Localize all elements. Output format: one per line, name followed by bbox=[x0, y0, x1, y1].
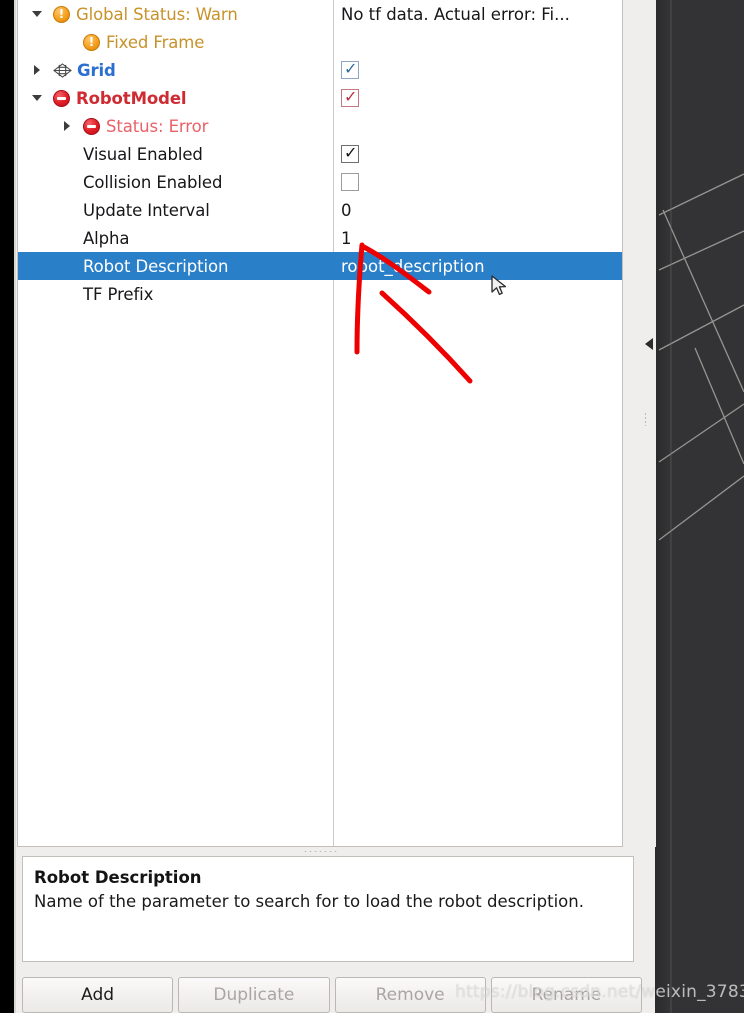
displays-property-tree[interactable]: Global Status: Warn No tf data. Actual er… bbox=[17, 0, 623, 847]
tree-row[interactable]: Update Interval 0 bbox=[18, 196, 622, 224]
3d-viewport[interactable] bbox=[655, 0, 744, 1013]
error-circle-icon bbox=[53, 89, 70, 107]
add-button[interactable]: Add bbox=[22, 977, 174, 1013]
tree-row-value-cell[interactable]: ✓ bbox=[334, 140, 622, 168]
rviz-displays-panel-screenshot: Global Status: Warn No tf data. Actual er… bbox=[0, 0, 744, 1013]
row-checkbox[interactable]: ✓ bbox=[341, 87, 359, 107]
tree-row-label: Visual Enabled bbox=[83, 144, 203, 164]
tree-row-value-cell[interactable]: 0 bbox=[334, 196, 622, 224]
row-checkbox[interactable]: ✓ bbox=[341, 59, 359, 79]
tree-row[interactable]: Robot Description robot_description bbox=[18, 252, 622, 280]
tree-row-name-cell[interactable]: Collision Enabled bbox=[18, 168, 333, 196]
viewport-grid-lines bbox=[658, 0, 744, 1013]
tree-row-label: Grid bbox=[77, 60, 116, 80]
grid-icon bbox=[53, 62, 72, 78]
tree-row-value: 0 bbox=[341, 200, 352, 220]
row-checkbox[interactable] bbox=[341, 173, 359, 191]
checkmark-icon: ✓ bbox=[344, 59, 358, 78]
checkmark-icon: ✓ bbox=[344, 87, 358, 106]
tree-row-value-cell[interactable] bbox=[334, 28, 622, 56]
row-checkbox[interactable]: ✓ bbox=[341, 143, 359, 163]
expander-spacer bbox=[60, 280, 74, 308]
checkmark-icon: ✓ bbox=[344, 143, 358, 162]
tree-row-label: RobotModel bbox=[76, 88, 187, 108]
tree-row-value-cell[interactable] bbox=[334, 168, 622, 196]
tree-row-value: robot_description bbox=[341, 256, 485, 276]
expander-spacer bbox=[60, 196, 74, 224]
description-body: Name of the parameter to search for to l… bbox=[34, 892, 584, 911]
tree-row-label: Alpha bbox=[83, 228, 130, 248]
property-description-box: Robot Description Name of the parameter … bbox=[22, 856, 634, 962]
triangle-left-icon[interactable] bbox=[645, 337, 653, 350]
tree-row[interactable]: Visual Enabled ✓ bbox=[18, 140, 622, 168]
tree-row[interactable]: Alpha 1 bbox=[18, 224, 622, 252]
tree-row-value-cell[interactable] bbox=[334, 112, 622, 140]
tree-row-value-cell[interactable]: ✓ bbox=[334, 56, 622, 84]
watermark-text: https://blog.csdn.net/weixin_37834269 bbox=[455, 982, 744, 1002]
handle-grip-dots bbox=[644, 412, 647, 426]
tree-row-container: Global Status: Warn No tf data. Actual er… bbox=[18, 0, 622, 308]
tree-row-name-cell[interactable]: Robot Description bbox=[18, 252, 333, 280]
splitter-grip-dots bbox=[303, 850, 337, 853]
tree-row-label: Fixed Frame bbox=[106, 32, 205, 52]
tree-row-label: Update Interval bbox=[83, 200, 210, 220]
tree-row-label: Robot Description bbox=[83, 256, 229, 276]
chevron-down-icon[interactable] bbox=[30, 84, 44, 112]
tree-row-label: Collision Enabled bbox=[83, 172, 223, 192]
chevron-right-icon[interactable] bbox=[60, 112, 74, 140]
tree-row-name-cell[interactable]: Global Status: Warn bbox=[18, 0, 333, 28]
tree-row[interactable]: Status: Error bbox=[18, 112, 622, 140]
chevron-down-icon[interactable] bbox=[30, 0, 44, 28]
expander-spacer bbox=[60, 140, 74, 168]
chevron-right-icon[interactable] bbox=[30, 56, 44, 84]
tree-row[interactable]: TF Prefix bbox=[18, 280, 622, 308]
expander-spacer bbox=[60, 252, 74, 280]
tree-row-name-cell[interactable]: Alpha bbox=[18, 224, 333, 252]
tree-row-label: Global Status: Warn bbox=[76, 4, 238, 24]
panel-collapse-handle[interactable] bbox=[642, 0, 656, 847]
tree-row-name-cell[interactable]: Fixed Frame bbox=[18, 28, 333, 56]
tree-row-value: 1 bbox=[341, 228, 352, 248]
duplicate-button: Duplicate bbox=[178, 977, 330, 1013]
tree-row[interactable]: Fixed Frame bbox=[18, 28, 622, 56]
tree-row-name-cell[interactable]: RobotModel bbox=[18, 84, 333, 112]
warning-circle-icon bbox=[53, 5, 70, 23]
tree-row-name-cell[interactable]: Status: Error bbox=[18, 112, 333, 140]
warning-circle-icon bbox=[83, 33, 100, 51]
expander-spacer bbox=[60, 28, 74, 56]
tree-row-label: Status: Error bbox=[106, 116, 209, 136]
expander-spacer bbox=[60, 168, 74, 196]
displays-panel: Global Status: Warn No tf data. Actual er… bbox=[14, 0, 656, 1013]
tree-row-label: TF Prefix bbox=[83, 284, 154, 304]
tree-row-name-cell[interactable]: TF Prefix bbox=[18, 280, 333, 308]
tree-row-value-cell[interactable]: robot_description bbox=[334, 252, 622, 280]
tree-row-name-cell[interactable]: Grid bbox=[18, 56, 333, 84]
tree-row-value-cell[interactable]: ✓ bbox=[334, 84, 622, 112]
tree-row[interactable]: Grid ✓ bbox=[18, 56, 622, 84]
description-title: Robot Description bbox=[34, 868, 202, 887]
tree-row[interactable]: RobotModel ✓ bbox=[18, 84, 622, 112]
tree-row-name-cell[interactable]: Visual Enabled bbox=[18, 140, 333, 168]
tree-row-value-cell[interactable]: No tf data. Actual error: Fi... bbox=[334, 0, 622, 28]
tree-row[interactable]: Collision Enabled bbox=[18, 168, 622, 196]
panel-splitter[interactable] bbox=[17, 847, 623, 856]
tree-row[interactable]: Global Status: Warn No tf data. Actual er… bbox=[18, 0, 622, 28]
tree-row-value: No tf data. Actual error: Fi... bbox=[341, 4, 570, 24]
tree-row-name-cell[interactable]: Update Interval bbox=[18, 196, 333, 224]
expander-spacer bbox=[60, 224, 74, 252]
error-circle-icon bbox=[83, 117, 100, 135]
panel-left-edge bbox=[14, 0, 16, 1013]
tree-row-value-cell[interactable] bbox=[334, 280, 622, 308]
tree-row-value-cell[interactable]: 1 bbox=[334, 224, 622, 252]
